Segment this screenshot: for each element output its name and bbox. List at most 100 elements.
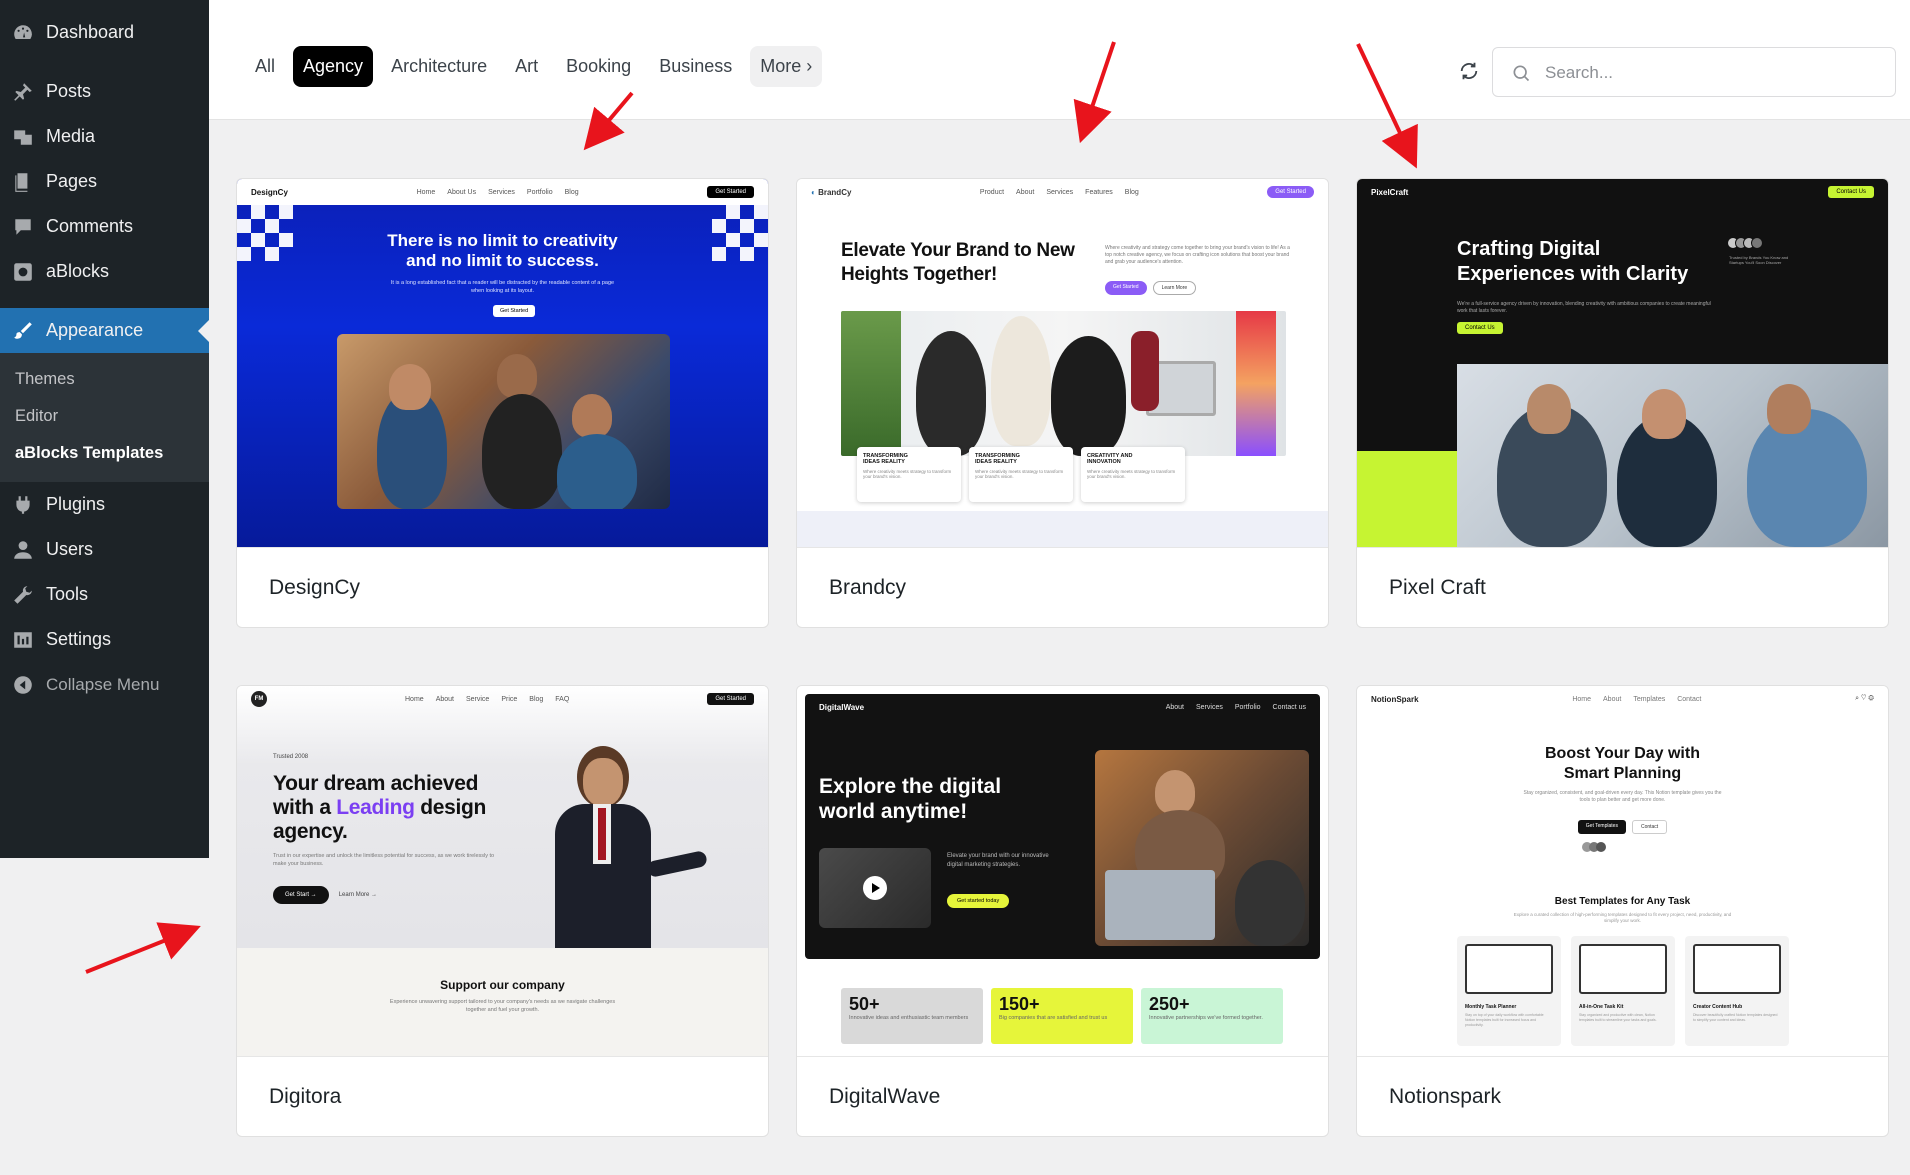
preview-nav-link: Blog xyxy=(529,695,544,703)
preview-button: Learn More xyxy=(1152,281,1197,295)
preview-nav-link: Contact us xyxy=(1272,703,1306,711)
highlight-word: Leading xyxy=(336,796,415,819)
admin-sidebar: Dashboard Posts Media Pages Comments aBl… xyxy=(0,0,209,858)
tab-business[interactable]: Business xyxy=(649,46,742,87)
nav-icons: ⌕ ♡ ⚙ xyxy=(1855,695,1874,702)
play-icon[interactable] xyxy=(863,876,887,900)
sidebar-item-plugins[interactable]: Plugins xyxy=(0,482,209,527)
sidebar-item-label: Users xyxy=(46,539,94,559)
sidebar-item-pages[interactable]: Pages xyxy=(0,159,209,204)
tab-architecture[interactable]: Architecture xyxy=(381,46,497,87)
template-preview: DigitalWave About Services Portfolio Con… xyxy=(797,686,1328,1056)
team-photo xyxy=(841,311,1286,456)
submenu-item-editor[interactable]: Editor xyxy=(0,398,209,435)
screen-mockup xyxy=(1465,944,1553,994)
screen-mockup xyxy=(1579,944,1667,994)
template-grid: DesignCy Home About Us Services Portfoli… xyxy=(209,120,1910,1175)
avatar-group xyxy=(1582,842,1606,852)
template-card-notionspark[interactable]: NotionSpark Home About Templates Contact… xyxy=(1356,685,1889,1137)
preview-nav-link: Home xyxy=(405,695,424,703)
sidebar-item-dashboard[interactable]: Dashboard xyxy=(0,10,209,55)
template-card-designcy[interactable]: DesignCy Home About Us Services Portfoli… xyxy=(236,178,769,628)
preview-logo: NotionSpark xyxy=(1371,694,1419,704)
team-photo xyxy=(1095,750,1309,946)
template-preview: ◐ BrandCy Product About Services Feature… xyxy=(797,179,1328,547)
preview-nav-link: Price xyxy=(501,695,518,703)
preview-subtext: It is a long established fact that a rea… xyxy=(390,280,615,294)
refresh-icon[interactable] xyxy=(1458,60,1480,82)
sidebar-item-appearance[interactable]: Appearance xyxy=(0,308,209,353)
preview-cta: Contact Us xyxy=(1828,186,1874,198)
preview-headline: world anytime! xyxy=(819,800,968,823)
preview-cta: Get Started xyxy=(707,693,754,705)
preview-link: Learn More → xyxy=(338,892,378,898)
sidebar-item-media[interactable]: Media xyxy=(0,114,209,159)
preview-headline: Elevate Your Brand to New xyxy=(841,240,1075,261)
template-card-digitalwave[interactable]: DigitalWave About Services Portfolio Con… xyxy=(796,685,1329,1137)
preview-subtext: We're a full-service agency driven by in… xyxy=(1457,301,1711,314)
preview-logo: FM xyxy=(251,691,267,707)
stats-row: 50+ Innovative ideas and enthusiastic te… xyxy=(841,988,1283,1044)
preview-logo: DesignCy xyxy=(251,187,288,197)
wrench-icon xyxy=(12,584,34,606)
template-name: Pixel Craft xyxy=(1357,547,1888,627)
template-preview: NotionSpark Home About Templates Contact… xyxy=(1357,686,1888,1056)
preview-logo: DigitalWave xyxy=(819,702,865,712)
accent-block xyxy=(1357,451,1457,547)
stat-card: 50+ Innovative ideas and enthusiastic te… xyxy=(841,988,983,1044)
sidebar-item-users[interactable]: Users xyxy=(0,527,209,572)
preview-nav-link: Services xyxy=(1196,703,1223,711)
template-name: Digitora xyxy=(237,1056,768,1136)
collapse-menu-button[interactable]: Collapse Menu xyxy=(0,662,209,707)
template-name: Brandcy xyxy=(797,547,1328,627)
sidebar-item-posts[interactable]: Posts xyxy=(0,69,209,114)
template-filter-bar: All Agency Architecture Art Booking Busi… xyxy=(209,0,1910,120)
pin-icon xyxy=(12,81,34,103)
preview-nav-link: Contact xyxy=(1677,695,1702,703)
avatar-group xyxy=(1727,237,1763,249)
preview-subtext: Stay organized, consistent, and goal-dri… xyxy=(1523,790,1722,803)
tab-agency[interactable]: Agency xyxy=(293,46,374,87)
tab-art[interactable]: Art xyxy=(505,46,548,87)
tab-booking[interactable]: Booking xyxy=(556,46,641,87)
preview-nav-link: Product xyxy=(979,188,1005,196)
preview-cta: Get Started xyxy=(1267,186,1314,198)
preview-nav-link: Home xyxy=(416,188,436,196)
template-item: Monthly Task Planner Stay on top of your… xyxy=(1457,936,1561,1046)
preview-nav-link: FAQ xyxy=(555,695,570,703)
feature-card: CREATIVITY AND INNOVATION Where creativi… xyxy=(1081,447,1185,502)
collapse-icon xyxy=(12,674,34,696)
team-photo xyxy=(337,334,670,509)
preview-headline: Smart Planning xyxy=(1563,765,1682,782)
search-input[interactable] xyxy=(1545,58,1875,88)
template-card-brandcy[interactable]: ◐ BrandCy Product About Services Feature… xyxy=(796,178,1329,628)
more-categories-button[interactable]: More › xyxy=(750,46,823,87)
tab-all[interactable]: All xyxy=(245,46,285,87)
stat-card: 150+ Big companies that are satisfied an… xyxy=(991,988,1133,1044)
template-card-pixel-craft[interactable]: PixelCraft Contact Us Crafting Digital E… xyxy=(1356,178,1889,628)
pages-icon xyxy=(12,171,34,193)
sidebar-item-tools[interactable]: Tools xyxy=(0,572,209,617)
submenu-item-ablocks-templates[interactable]: aBlocks Templates xyxy=(0,435,209,472)
preview-nav-link: Services xyxy=(1046,188,1074,196)
sidebar-item-settings[interactable]: Settings xyxy=(0,617,209,662)
preview-button: Contact xyxy=(1631,820,1668,834)
support-heading: Support our company xyxy=(440,978,565,992)
preview-nav: DigitalWave About Services Portfolio Con… xyxy=(805,694,1320,720)
preview-nav-link: Features xyxy=(1085,188,1113,196)
sidebar-item-comments[interactable]: Comments xyxy=(0,204,209,249)
preview-nav: FM Home About Service Price Blog FAQ Get… xyxy=(237,686,768,712)
sidebar-item-ablocks[interactable]: aBlocks xyxy=(0,249,209,294)
template-card-digitora[interactable]: FM Home About Service Price Blog FAQ Get… xyxy=(236,685,769,1137)
preview-logo: BrandCy xyxy=(818,187,852,197)
submenu-item-themes[interactable]: Themes xyxy=(0,361,209,398)
preview-headline: Explore the digital xyxy=(819,775,1002,798)
preview-headline: and no limit to success. xyxy=(406,251,599,270)
preview-nav-link: Home xyxy=(1572,695,1592,703)
media-icon xyxy=(12,126,34,148)
preview-headline: Boost Your Day with xyxy=(1545,745,1700,762)
preview-nav-link: Templates xyxy=(1633,695,1666,703)
dashboard-icon xyxy=(12,22,34,44)
sidebar-item-label: Posts xyxy=(46,81,92,101)
feature-cards: TRANSFORMING IDEAS REALITY Where creativ… xyxy=(857,447,1185,502)
